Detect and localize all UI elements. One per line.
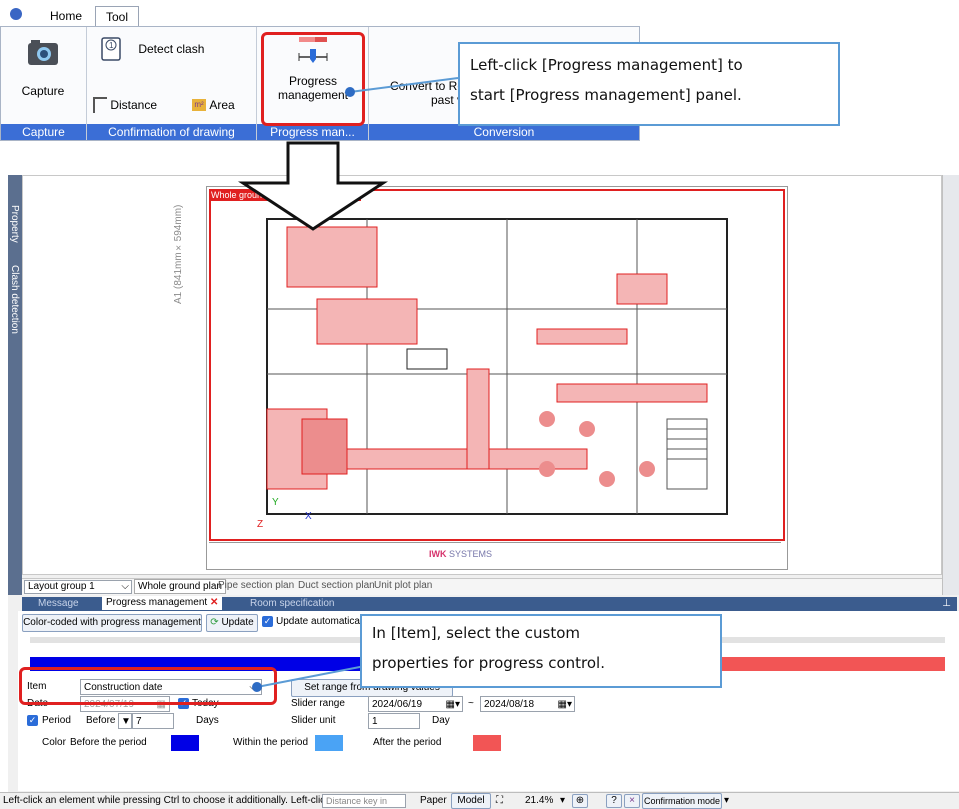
update-auto-checkbox[interactable]: ✓ — [262, 616, 273, 627]
zoom-in-icon[interactable]: ⊕ — [572, 794, 588, 808]
help-icon[interactable]: ? — [606, 794, 622, 808]
days-label: Days — [196, 715, 219, 726]
day-label: Day — [432, 715, 450, 726]
period-checkbox[interactable]: ✓ — [27, 715, 38, 726]
range-end-field[interactable]: 2024/08/18 ▦▾ — [480, 696, 575, 712]
period-value-field[interactable]: 7 — [132, 713, 174, 729]
pin-icon[interactable]: ⊥ — [942, 596, 951, 612]
group-label-conversion: Conversion — [369, 124, 639, 140]
update-auto-label: Update automatically — [276, 616, 370, 627]
ribbon-tab-bar: Home Tool — [0, 0, 650, 27]
tab-tool[interactable]: Tool — [95, 6, 140, 27]
distance-label: Distance — [110, 98, 158, 112]
paper-size-label: A1 (841mm×594mm) — [173, 204, 184, 304]
detect-clash-label: Detect clash — [138, 42, 205, 56]
panel-tab-bar: Message Progress management ✕ Room speci… — [22, 596, 957, 612]
period-label: Period — [42, 715, 71, 726]
mode-dropdown-icon[interactable]: ▾ — [724, 793, 729, 808]
callout-connector — [345, 77, 459, 97]
area-icon: m² — [192, 98, 206, 111]
slider-unit-label: Slider unit — [291, 715, 336, 726]
slider-unit-field[interactable]: 1 — [368, 713, 420, 729]
capture-button[interactable]: Capture — [13, 37, 73, 98]
mode-select[interactable]: Confirmation mode — [642, 793, 722, 809]
group-label-confirmation: Confirmation of drawing — [87, 124, 256, 140]
zoom-dropdown-icon[interactable]: ▾ — [560, 793, 565, 808]
close-tab-icon[interactable]: ✕ — [210, 597, 218, 608]
tab-home[interactable]: Home — [40, 6, 92, 26]
update-button[interactable]: ⟳ Update — [206, 614, 258, 632]
callout-item-line2: properties for progress control. — [372, 654, 605, 672]
down-arrow-icon — [237, 141, 389, 231]
floor-plan-drawing: Y X Z — [257, 218, 728, 530]
app-menu-icon[interactable] — [10, 8, 22, 20]
group-label-capture: Capture — [1, 124, 86, 140]
slider-after — [720, 657, 945, 671]
clash-toggle-icon[interactable]: × — [624, 794, 640, 808]
status-bar: Left-click an element while pressing Ctr… — [0, 792, 959, 809]
group-capture: Capture Capture — [1, 27, 87, 140]
period-direction-select[interactable]: ▼ — [118, 713, 132, 729]
color-coded-button[interactable]: Color-coded with progress management — [22, 614, 202, 632]
camera-icon — [28, 40, 58, 65]
sheet-tab-bar: Layout group 1 ⌵ Whole ground plan Pipe s… — [22, 578, 942, 595]
right-dock — [942, 175, 959, 595]
calendar-icon: ▦▾ — [445, 699, 460, 710]
status-hint: Left-click an element while pressing Ctr… — [3, 795, 350, 806]
sheet-tab-pipe[interactable]: Pipe section plan — [218, 579, 294, 593]
refresh-icon: ⟳ — [210, 617, 219, 628]
distance-button[interactable]: Distance — [93, 97, 173, 113]
company-name: IWK SYSTEMS — [429, 549, 493, 559]
within-period-label: Within the period — [233, 737, 309, 748]
axis-y-label: Y — [272, 497, 279, 508]
tab-room-specification[interactable]: Room specification — [250, 596, 334, 612]
color-label: Color — [42, 737, 66, 748]
after-period-label: After the period — [373, 737, 442, 748]
area-button[interactable]: m² Area — [192, 97, 252, 112]
calendar-icon: ▦▾ — [557, 699, 572, 710]
group-confirmation: 1 Detect clash Distance m² Area Confirma… — [87, 27, 257, 140]
detect-clash-button[interactable]: 1 Detect clash — [99, 35, 239, 63]
layout-group-select[interactable]: Layout group 1 ⌵ — [24, 580, 132, 594]
before-period-label: Before the period — [70, 737, 147, 748]
callout-ribbon: Left-click [Progress management] to star… — [458, 42, 840, 126]
callout-item-line1: In [Item], select the custom — [372, 624, 581, 642]
zoom-level: 21.4% — [525, 795, 554, 806]
capture-label: Capture — [21, 84, 65, 98]
axis-x-label: X — [305, 511, 312, 522]
ruler-icon — [93, 97, 107, 113]
clash-icon: 1 — [101, 37, 121, 61]
sheet-tab-unit[interactable]: Unit plot plan — [374, 579, 432, 593]
dock-tab-property[interactable]: Property — [9, 205, 20, 243]
before-period-color[interactable] — [171, 735, 199, 751]
range-separator: ~ — [468, 698, 474, 709]
left-dock: Property Clash detection — [8, 175, 22, 595]
before-label: Before — [86, 715, 116, 726]
model-button[interactable]: Model — [451, 793, 491, 809]
dock-tab-clash[interactable]: Clash detection — [9, 265, 20, 334]
range-start-field[interactable]: 2024/06/19 ▦▾ — [368, 696, 463, 712]
item-callout-connector — [252, 664, 371, 692]
drawing-sheet[interactable]: Whole ground floor plan ▾ Y X Z — [206, 186, 788, 570]
svg-text:1: 1 — [109, 41, 114, 50]
paper-button[interactable]: Paper — [420, 793, 447, 808]
callout-ribbon-line1: Left-click [Progress management] to — [470, 56, 743, 74]
tab-message[interactable]: Message — [38, 596, 79, 612]
drawing-canvas[interactable]: A1 (841mm×594mm) Whole ground floor plan… — [22, 141, 942, 575]
sheet-tab-whole[interactable]: Whole ground plan — [134, 579, 226, 594]
within-period-color[interactable] — [315, 735, 343, 751]
tab-progress-management[interactable]: Progress management ✕ — [102, 596, 223, 610]
distance-key-field[interactable]: Distance key in — [322, 794, 406, 808]
fit-icon[interactable]: ⛶ — [496, 793, 503, 808]
axis-z-label: Z — [257, 519, 263, 530]
title-block: IWK SYSTEMS — [209, 542, 781, 567]
area-label: Area — [209, 97, 235, 112]
callout-ribbon-line2: start [Progress management] panel. — [470, 86, 742, 104]
sheet-tab-duct[interactable]: Duct section plan — [298, 579, 375, 593]
callout-item: In [Item], select the custom properties … — [360, 614, 722, 688]
after-period-color[interactable] — [473, 735, 501, 751]
group-label-progress: Progress man... — [257, 124, 368, 140]
